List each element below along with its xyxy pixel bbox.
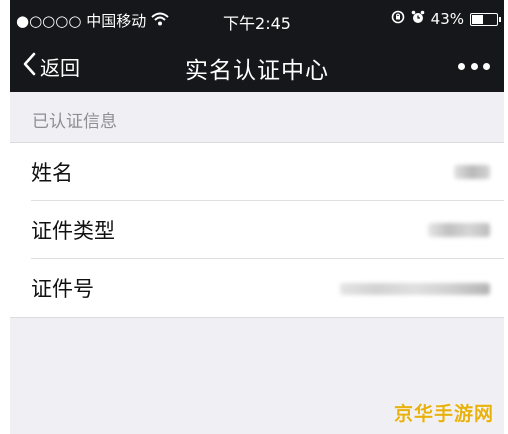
phone-screen: ●○○○○ 中国移动 下午2:45 43% 返回 实名认证中心 已认证信息 姓名… bbox=[10, 0, 504, 434]
section-header: 已认证信息 bbox=[32, 112, 117, 132]
chevron-left-icon bbox=[22, 52, 36, 81]
alarm-icon bbox=[411, 10, 425, 28]
navigation-bar: 返回 实名认证中心 bbox=[10, 40, 504, 92]
list-item-id-type[interactable]: 证件类型 bbox=[10, 201, 504, 259]
list-item-id-number[interactable]: 证件号 bbox=[10, 259, 504, 317]
row-label: 姓名 bbox=[31, 161, 73, 185]
more-options-button[interactable] bbox=[454, 52, 494, 80]
blurred-value bbox=[340, 283, 490, 295]
blurred-value bbox=[454, 165, 490, 179]
row-label: 证件号 bbox=[31, 277, 94, 301]
status-right: 43% bbox=[391, 10, 501, 28]
row-label: 证件类型 bbox=[31, 219, 115, 243]
ellipsis-icon bbox=[458, 62, 465, 70]
battery-fill bbox=[472, 14, 484, 24]
verified-info-list: 姓名 证件类型 证件号 bbox=[10, 142, 504, 318]
rotation-lock-icon bbox=[391, 10, 405, 28]
back-button[interactable]: 返回 bbox=[22, 51, 80, 81]
watermark-logo: 京华手游网 bbox=[393, 403, 494, 425]
battery-percent: 43% bbox=[430, 10, 464, 28]
blurred-value bbox=[428, 223, 490, 237]
battery-icon bbox=[470, 12, 501, 26]
status-bar: ●○○○○ 中国移动 下午2:45 43% bbox=[10, 0, 504, 40]
list-item-name[interactable]: 姓名 bbox=[10, 143, 504, 201]
back-label: 返回 bbox=[40, 55, 80, 80]
page-title: 实名认证中心 bbox=[185, 58, 329, 84]
